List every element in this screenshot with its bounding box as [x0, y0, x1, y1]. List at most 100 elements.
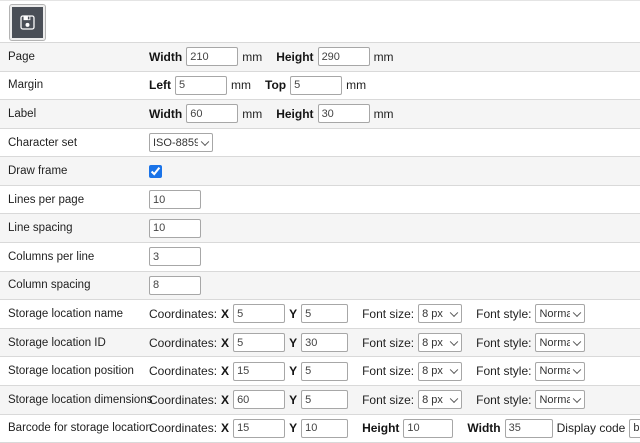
row-controls	[149, 219, 201, 238]
row-controls: Coordinates:XYHeightWidthDisplay codebel…	[149, 419, 640, 438]
toolbar	[0, 1, 640, 42]
storage-location-position-x-input[interactable]	[233, 362, 285, 381]
settings-row-character-set: Character setISO-8859-1	[0, 129, 640, 158]
row-label: Storage location ID	[8, 337, 149, 349]
row-label: Label	[8, 108, 149, 120]
field-label: Top	[265, 78, 286, 92]
settings-row-column-spacing: Column spacing	[0, 272, 640, 301]
storage-location-name-font-size-select-wrapper: 8 px	[418, 304, 462, 323]
row-controls: Coordinates:XYFont size:8 pxFont style:N…	[149, 362, 585, 381]
row-label: Line spacing	[8, 222, 149, 234]
storage-location-id-font-style-select-wrapper: Normal	[535, 333, 585, 352]
page-height-input[interactable]	[318, 47, 370, 66]
settings-row-label: LabelWidthmmHeightmm	[0, 100, 640, 129]
text-label: Font style:	[476, 393, 531, 407]
field-label: Width	[149, 50, 182, 64]
columns-per-line-input[interactable]	[149, 247, 201, 266]
barcode-x-input[interactable]	[233, 419, 285, 438]
settings-row-lines-per-page: Lines per page	[0, 186, 640, 215]
storage-location-dimensions-x-input[interactable]	[233, 390, 285, 409]
text-label: Coordinates:	[149, 336, 217, 350]
field-label: Y	[289, 336, 297, 350]
row-controls	[149, 165, 162, 178]
text-label: Coordinates:	[149, 364, 217, 378]
row-controls: Coordinates: X Y Font size: 8 px Font style: N…	[149, 304, 585, 323]
field-label: Height	[276, 107, 313, 121]
storage-location-position-font-style-select-wrapper: Normal	[535, 362, 585, 381]
text-label: Font style:	[476, 307, 531, 321]
storage-location-dimensions-font-size-select[interactable]: 8 px	[418, 390, 462, 409]
draw-frame-checkbox[interactable]	[149, 165, 162, 178]
storage-location-dimensions-y-input[interactable]	[301, 390, 348, 409]
unit-label: mm	[242, 107, 262, 121]
storage-location-position-y-input[interactable]	[301, 362, 348, 381]
barcode-y-input[interactable]	[301, 419, 348, 438]
row-controls	[149, 190, 201, 209]
row-controls: Width mm Height mm	[149, 47, 394, 66]
settings-row-draw-frame: Draw frame	[0, 157, 640, 186]
text-label: Coordinates:	[149, 421, 217, 435]
storage-location-id-y-input[interactable]	[301, 333, 348, 352]
row-label: Storage location dimensions	[8, 394, 149, 406]
settings-row-margin: MarginLeftmmTopmm	[0, 72, 640, 101]
field-label: X	[221, 307, 229, 321]
storage-location-dimensions-font-style-select[interactable]: Normal	[535, 390, 585, 409]
field-label: X	[221, 364, 229, 378]
field-label: Y	[289, 307, 297, 321]
barcode-width-input[interactable]	[505, 419, 553, 438]
character-set-select[interactable]: ISO-8859-1	[149, 133, 213, 152]
margin-top-input[interactable]	[290, 76, 342, 95]
text-label: Font size:	[362, 364, 414, 378]
storage-location-dimensions-font-style-select-wrapper: Normal	[535, 390, 585, 409]
storage-location-dimensions-font-size-select-wrapper: 8 px	[418, 390, 462, 409]
storage-location-id-x-input[interactable]	[233, 333, 285, 352]
barcode-height-input[interactable]	[403, 419, 453, 438]
row-controls: WidthmmHeightmm	[149, 104, 394, 123]
storage-location-id-font-style-select[interactable]: Normal	[535, 333, 585, 352]
barcode-display-code-select[interactable]: below	[629, 419, 640, 438]
settings-row-page: PageWidth mm Height mm	[0, 43, 640, 72]
storage-location-name-y-input[interactable]	[301, 304, 348, 323]
field-label: Width	[467, 421, 500, 435]
row-controls: LeftmmTopmm	[149, 76, 366, 95]
row-label: Column spacing	[8, 279, 149, 291]
field-label: Y	[289, 393, 297, 407]
unit-label: mm	[374, 50, 394, 64]
line-spacing-input[interactable]	[149, 219, 201, 238]
settings-row-storage-location-dimensions: Storage location dimensionsCoordinates:X…	[0, 386, 640, 415]
storage-location-id-font-size-select[interactable]: 8 px	[418, 333, 462, 352]
character-set-select-wrapper: ISO-8859-1	[149, 133, 213, 152]
save-icon	[18, 13, 37, 32]
unit-label: mm	[242, 50, 262, 64]
unit-label: mm	[346, 78, 366, 92]
text-label: Coordinates:	[149, 307, 217, 321]
storage-location-id-font-size-select-wrapper: 8 px	[418, 333, 462, 352]
column-spacing-input[interactable]	[149, 276, 201, 295]
save-button[interactable]	[10, 5, 45, 40]
row-label: Page	[8, 51, 149, 63]
text-label: Font size:	[362, 307, 414, 321]
row-controls: Coordinates:XYFont size:8 pxFont style:N…	[149, 390, 585, 409]
page-width-input[interactable]	[186, 47, 238, 66]
row-label: Lines per page	[8, 194, 149, 206]
label-height-input[interactable]	[318, 104, 370, 123]
storage-location-name-font-style-select[interactable]: Normal	[535, 304, 585, 323]
text-label: Font style:	[476, 336, 531, 350]
text-label: Display code	[557, 421, 626, 435]
text-label: Coordinates:	[149, 393, 217, 407]
text-label: Font size:	[362, 393, 414, 407]
field-label: Height	[276, 50, 313, 64]
lines-per-page-input[interactable]	[149, 190, 201, 209]
margin-left-input[interactable]	[175, 76, 227, 95]
row-controls: ISO-8859-1	[149, 133, 213, 152]
settings-row-storage-location-name: Storage location nameCoordinates: X Y Font …	[0, 300, 640, 329]
storage-location-name-x-input[interactable]	[233, 304, 285, 323]
storage-location-position-font-size-select[interactable]: 8 px	[418, 362, 462, 381]
storage-location-name-font-size-select[interactable]: 8 px	[418, 304, 462, 323]
row-label: Storage location name	[8, 308, 149, 320]
row-label: Character set	[8, 137, 149, 149]
settings-row-line-spacing: Line spacing	[0, 214, 640, 243]
label-width-input[interactable]	[186, 104, 238, 123]
storage-location-position-font-style-select[interactable]: Normal	[535, 362, 585, 381]
field-label: Left	[149, 78, 171, 92]
